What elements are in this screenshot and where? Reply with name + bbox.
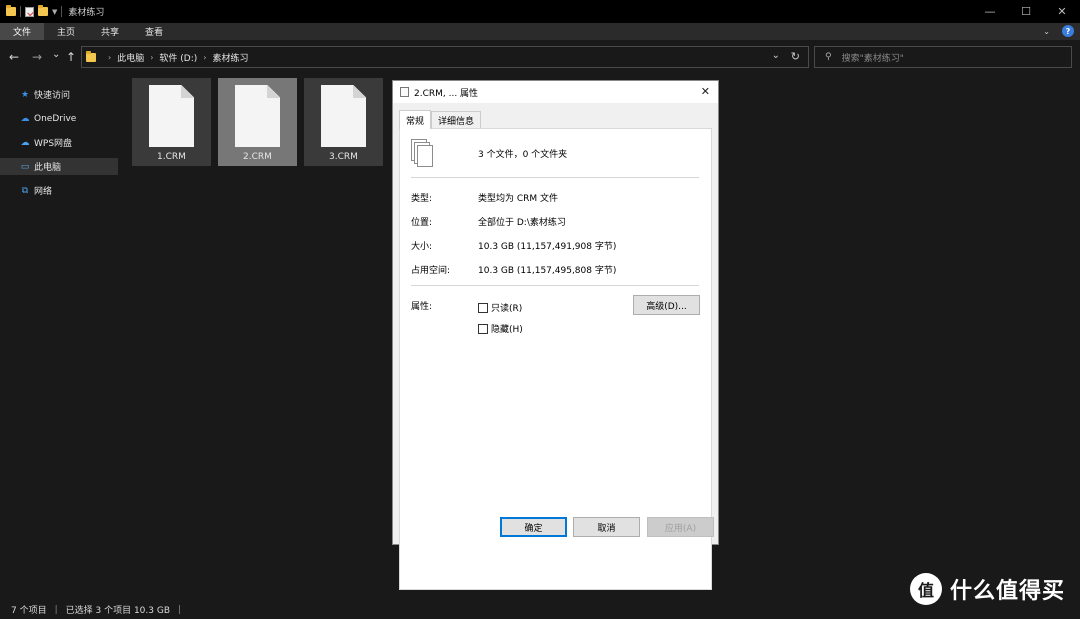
search-input[interactable]: ⚲ 搜索"素材练习" [814, 46, 1072, 68]
window-titlebar: ▼ 素材练习 — ☐ ✕ [0, 0, 1080, 23]
sidebar-item-label: 网络 [34, 187, 53, 197]
tab-share[interactable]: 共享 [88, 23, 132, 40]
customize-toolbar-icon[interactable]: ▼ [52, 8, 57, 16]
properties-dialog: 2.CRM, ... 属性 ✕ 常规 详细信息 3 个文件，0 个文件夹 类型:… [392, 80, 719, 590]
tab-details[interactable]: 详细信息 [431, 111, 482, 128]
dialog-title: 2.CRM, ... 属性 [414, 88, 479, 99]
sidebar-item-quick-access[interactable]: ★ 快速访问 [0, 86, 118, 103]
tab-view[interactable]: 查看 [132, 23, 176, 40]
address-dropdown-icon[interactable]: ⌄ [772, 50, 780, 61]
type-label: 类型: [411, 194, 433, 204]
checkbox-box[interactable] [478, 323, 488, 334]
file-item[interactable]: 2.CRM [218, 78, 297, 166]
breadcrumb-folder[interactable]: 素材练习 [212, 51, 248, 64]
ribbon-right-controls: ⌄ ? [1043, 25, 1074, 37]
sidebar-item-network[interactable]: ⧉ 网络 [0, 182, 118, 199]
up-arrow-icon[interactable]: ↑ [66, 50, 76, 64]
file-name: 1.CRM [157, 152, 186, 162]
address-bar[interactable]: › 此电脑 › 软件 (D:) › 素材练习 ⌄ ↻ [81, 46, 809, 68]
dialog-tabs: 常规 详细信息 [399, 110, 482, 129]
cancel-button[interactable]: 取消 [573, 517, 640, 537]
properties-icon[interactable] [25, 6, 34, 17]
chevron-right-icon: › [108, 52, 112, 62]
back-arrow-icon[interactable]: ← [9, 50, 19, 64]
window-title: 素材练习 [68, 8, 105, 18]
help-icon[interactable]: ? [1062, 25, 1074, 37]
file-item[interactable]: 3.CRM [304, 78, 383, 166]
type-value: 类型均为 CRM 文件 [478, 194, 559, 204]
size-label: 大小: [411, 242, 433, 252]
dialog-close-button[interactable]: ✕ [701, 85, 710, 98]
ok-button[interactable]: 确定 [500, 517, 567, 537]
file-item[interactable]: 1.CRM [132, 78, 211, 166]
breadcrumb-this-pc[interactable]: 此电脑 [117, 51, 144, 64]
divider [20, 6, 21, 17]
expand-ribbon-icon[interactable]: ⌄ [1043, 27, 1050, 36]
size-value: 10.3 GB (11,157,491,908 字节) [478, 242, 617, 252]
search-icon: ⚲ [825, 52, 832, 62]
chevron-right-icon: › [150, 52, 154, 62]
file-name: 2.CRM [243, 152, 272, 162]
watermark: 值 什么值得买 [910, 573, 1065, 605]
cloud-icon: ☁ [20, 113, 30, 124]
item-count: 7 个项目 [11, 606, 47, 616]
sidebar-item-label: 此电脑 [34, 163, 62, 173]
location-value: 全部位于 D:\素材练习 [478, 218, 566, 228]
readonly-label: 只读(R) [491, 304, 523, 314]
file-icon-fold [181, 85, 194, 98]
advanced-button[interactable]: 高级(D)... [633, 295, 700, 315]
close-button[interactable]: ✕ [1044, 0, 1080, 23]
hidden-label: 隐藏(H) [491, 325, 523, 335]
navigation-pane: ★ 快速访问 ☁ OneDrive ☁ WPS网盘 ▭ 此电脑 ⧉ 网络 [0, 80, 120, 600]
sidebar-item-wps-cloud[interactable]: ☁ WPS网盘 [0, 134, 118, 151]
sidebar-item-label: OneDrive [34, 113, 77, 124]
breadcrumb-drive-d[interactable]: 软件 (D:) [159, 51, 197, 64]
file-name: 3.CRM [329, 152, 358, 162]
location-label: 位置: [411, 218, 433, 228]
watermark-text: 什么值得买 [950, 579, 1066, 604]
attributes-label: 属性: [411, 302, 433, 312]
sidebar-item-label: 快速访问 [34, 91, 71, 101]
computer-icon: ▭ [20, 161, 30, 172]
hidden-checkbox[interactable]: 隐藏(H) [478, 322, 523, 335]
ribbon-tabs: 文件 主页 共享 查看 ⌄ ? [0, 23, 1080, 40]
star-icon: ★ [20, 89, 30, 100]
forward-arrow-icon[interactable]: → [32, 50, 42, 64]
size-on-disk-value: 10.3 GB (11,157,495,808 字节) [478, 266, 617, 276]
recent-locations-icon[interactable]: ⌄ [52, 48, 60, 62]
sidebar-item-label: WPS网盘 [34, 139, 73, 149]
divider: | [178, 604, 182, 615]
divider [61, 6, 63, 17]
tab-home[interactable]: 主页 [44, 23, 88, 40]
sidebar-item-this-pc[interactable]: ▭ 此电脑 [0, 158, 118, 175]
maximize-button[interactable]: ☐ [1008, 0, 1044, 23]
network-icon: ⧉ [21, 185, 29, 196]
tab-general[interactable]: 常规 [399, 110, 432, 129]
divider: | [54, 604, 58, 615]
tab-file[interactable]: 文件 [0, 23, 45, 40]
new-folder-icon[interactable] [38, 5, 48, 16]
multiple-files-icon [411, 139, 437, 171]
divider [411, 285, 699, 286]
minimize-button[interactable]: — [972, 0, 1008, 23]
checkbox-box[interactable] [478, 302, 488, 313]
divider [411, 177, 699, 178]
window-controls: — ☐ ✕ [972, 0, 1080, 23]
size-on-disk-label: 占用空间: [411, 266, 451, 276]
refresh-icon[interactable]: ↻ [791, 50, 800, 63]
document-icon [400, 87, 409, 97]
folder-icon [86, 50, 96, 62]
chevron-right-icon: › [203, 52, 207, 62]
search-placeholder: 搜索"素材练习" [841, 53, 904, 64]
sidebar-item-onedrive[interactable]: ☁ OneDrive [0, 110, 118, 127]
apply-button[interactable]: 应用(A) [647, 517, 714, 537]
watermark-logo-icon: 值 [910, 573, 942, 605]
cloud-icon: ☁ [20, 137, 30, 148]
readonly-checkbox[interactable]: 只读(R) [478, 301, 522, 314]
dialog-titlebar: 2.CRM, ... 属性 [393, 81, 718, 103]
selection-summary: 3 个文件，0 个文件夹 [478, 150, 568, 160]
selection-info: 已选择 3 个项目 10.3 GB [65, 606, 170, 616]
quick-access-toolbar: ▼ [0, 0, 63, 23]
folder-icon[interactable] [6, 5, 16, 16]
